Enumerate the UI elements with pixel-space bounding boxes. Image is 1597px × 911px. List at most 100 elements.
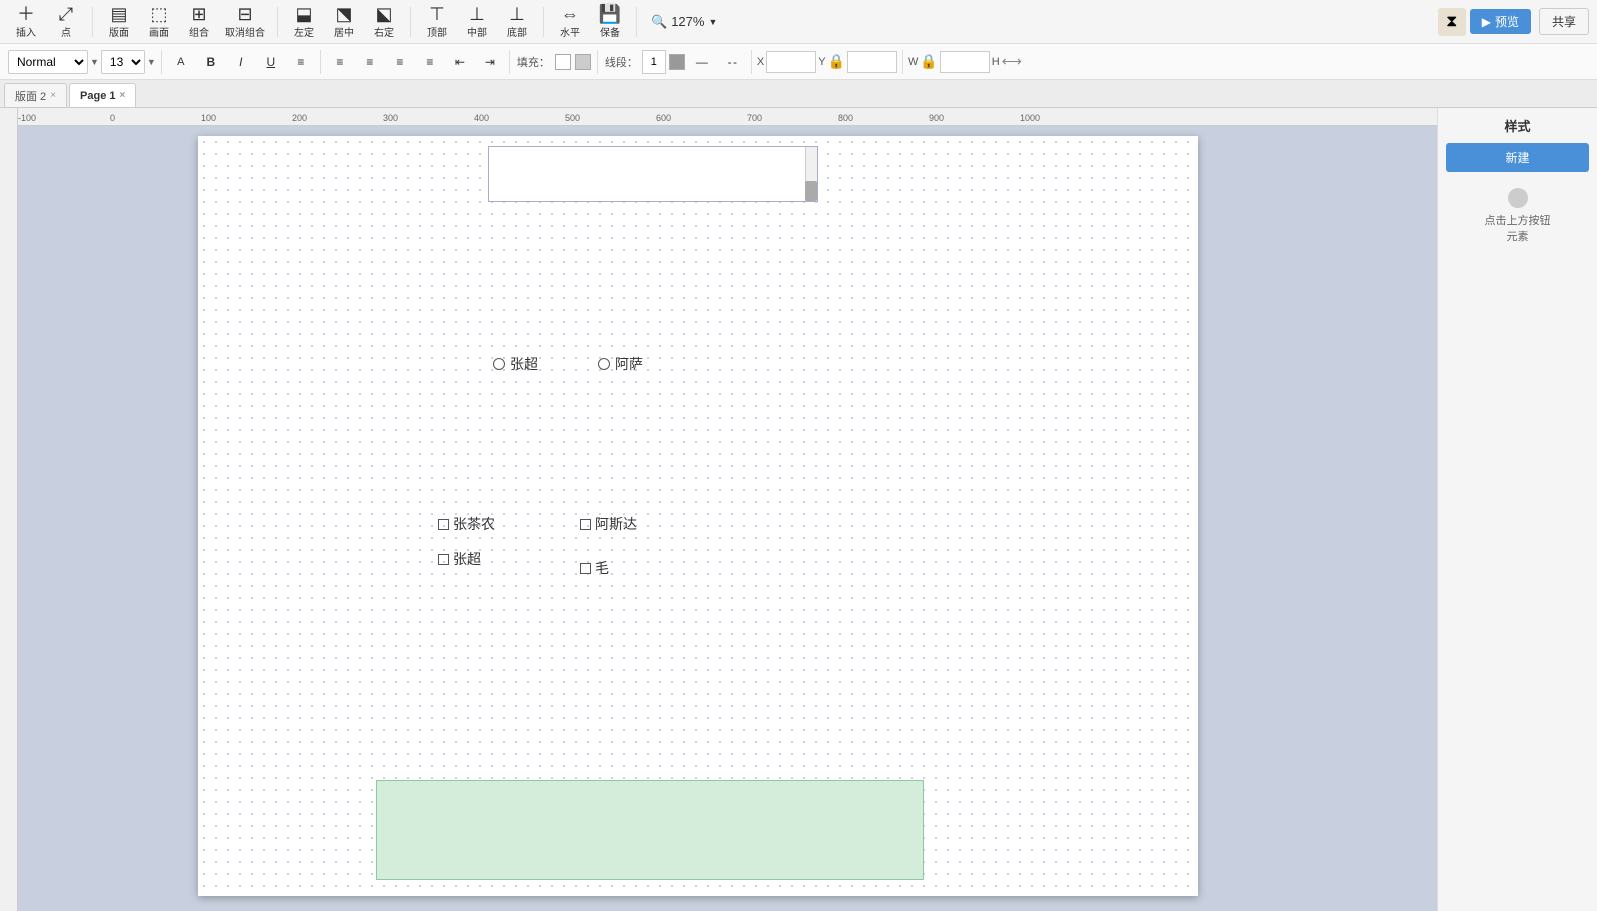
indent2-icon: ⇥ bbox=[485, 55, 495, 69]
underline-button[interactable]: U bbox=[257, 48, 285, 76]
align-center-format-button[interactable]: ≡ bbox=[356, 48, 384, 76]
page-canvas: 张超 阿萨 张茶农 阿斯达 bbox=[18, 126, 1437, 906]
vcenter-icon: ⊥ bbox=[469, 5, 485, 23]
screen-label: 画面 bbox=[149, 24, 169, 39]
screen-icon: ⬚ bbox=[150, 5, 167, 23]
font-size-dropdown-arrow: ▼ bbox=[147, 57, 156, 67]
radio-label-2: 阿萨 bbox=[615, 354, 643, 374]
x-input[interactable] bbox=[766, 51, 816, 73]
align-center-format-icon: ≡ bbox=[366, 55, 373, 69]
footer-button[interactable]: ⊥ 底部 bbox=[499, 2, 535, 42]
style-circle bbox=[1508, 188, 1528, 208]
sep5 bbox=[636, 7, 637, 37]
line-label: 线段： bbox=[605, 54, 638, 70]
preview-button[interactable]: ▶ 预览 bbox=[1470, 9, 1531, 34]
checkbox-mao[interactable]: 毛 bbox=[580, 558, 609, 578]
search-icon: 🔍 bbox=[651, 14, 667, 30]
sep4 bbox=[543, 7, 544, 37]
line-color-button[interactable] bbox=[669, 54, 685, 70]
checkbox-square-4 bbox=[580, 563, 591, 574]
insert-button[interactable]: ＋ 插入 bbox=[8, 2, 44, 42]
sep-f6 bbox=[902, 50, 903, 74]
align-right-button[interactable]: ⬕ 右定 bbox=[366, 2, 402, 42]
radio-item-asa[interactable]: 阿萨 bbox=[598, 354, 643, 374]
checkbox-zhangnong[interactable]: 张茶农 bbox=[438, 514, 495, 534]
canvas-area[interactable]: 张超 阿萨 张茶农 阿斯达 bbox=[18, 126, 1437, 911]
horizontal-button[interactable]: ⇔ 水平 bbox=[552, 2, 588, 42]
save-button[interactable]: 💾 保备 bbox=[592, 2, 628, 42]
horizontal-icon: ⇔ bbox=[561, 5, 579, 23]
sep-f5 bbox=[751, 50, 752, 74]
radio-label-1: 张超 bbox=[510, 354, 538, 374]
style-select[interactable]: Normal bbox=[8, 50, 88, 74]
align-justify-format-icon: ≡ bbox=[426, 55, 433, 69]
italic-button[interactable]: I bbox=[227, 48, 255, 76]
scrollbar-thumb[interactable] bbox=[805, 181, 817, 201]
style-info-text: 点击上方按钮 bbox=[1446, 212, 1589, 228]
bold-button[interactable]: B bbox=[197, 48, 225, 76]
h-link-icon: ⟷ bbox=[1002, 53, 1022, 70]
align-left-button[interactable]: ⬓ 左定 bbox=[286, 2, 322, 42]
checkbox-asida[interactable]: 阿斯达 bbox=[580, 514, 637, 534]
w-label: W bbox=[908, 56, 918, 68]
align-left-format-icon: ≡ bbox=[336, 55, 343, 69]
superscript-button[interactable]: A bbox=[167, 48, 195, 76]
align-right-format-button[interactable]: ≡ bbox=[386, 48, 414, 76]
list-button[interactable]: ≡ bbox=[287, 48, 315, 76]
radio-item-zhangchao[interactable]: 张超 bbox=[493, 354, 538, 374]
y-label: Y bbox=[818, 56, 825, 68]
text-box[interactable] bbox=[488, 146, 818, 202]
checkbox-label-1: 张茶农 bbox=[453, 514, 495, 534]
zoom-dropdown-icon: ▼ bbox=[708, 17, 717, 27]
y-input[interactable] bbox=[847, 51, 897, 73]
checkbox-label-2: 阿斯达 bbox=[595, 514, 637, 534]
line-width-input[interactable] bbox=[642, 50, 666, 74]
group-label: 组合 bbox=[189, 24, 209, 39]
indent1-button[interactable]: ⇤ bbox=[446, 48, 474, 76]
insert-label: 插入 bbox=[16, 24, 36, 39]
ruler-horizontal: -100 0 100 200 300 400 500 600 700 800 9… bbox=[0, 108, 1437, 126]
tab-page1[interactable]: Page 1 × bbox=[69, 83, 136, 107]
zoom-control[interactable]: 🔍 127% ▼ bbox=[645, 12, 723, 32]
line-style1-button[interactable]: — bbox=[688, 48, 716, 76]
wh-lock-icon[interactable]: 🔒 bbox=[920, 53, 937, 70]
fill-label: 填充： bbox=[517, 54, 550, 70]
font-size-select[interactable]: 13 bbox=[101, 50, 145, 74]
format-button[interactable]: ▤ 版面 bbox=[101, 2, 137, 42]
styles-title: 样式 bbox=[1446, 116, 1589, 135]
group-button[interactable]: ⊞ 组合 bbox=[181, 2, 217, 42]
ruler-vertical bbox=[0, 108, 18, 911]
h-label: H bbox=[992, 56, 1000, 68]
line-style2-button[interactable]: - - bbox=[718, 48, 746, 76]
checkbox-zhangchao[interactable]: 张超 bbox=[438, 549, 481, 569]
textbox-scrollbar[interactable] bbox=[805, 147, 817, 201]
header-button[interactable]: ⊤ 顶部 bbox=[419, 2, 455, 42]
format-label: 版面 bbox=[109, 24, 129, 39]
align-center-button[interactable]: ⬔ 居中 bbox=[326, 2, 362, 42]
fill-gray-button[interactable] bbox=[575, 54, 591, 70]
align-right-format-icon: ≡ bbox=[396, 55, 403, 69]
fill-white-button[interactable] bbox=[555, 54, 571, 70]
sep2 bbox=[277, 7, 278, 37]
bold-label: B bbox=[207, 55, 216, 69]
tab-layout2-close[interactable]: × bbox=[50, 90, 56, 101]
green-box bbox=[376, 780, 924, 880]
screen-button[interactable]: ⬚ 画面 bbox=[141, 2, 177, 42]
align-left-format-button[interactable]: ≡ bbox=[326, 48, 354, 76]
x-label: X bbox=[757, 56, 764, 68]
tab-page1-close[interactable]: × bbox=[120, 90, 126, 101]
checkbox-label-3: 张超 bbox=[453, 549, 481, 569]
tab-layout2[interactable]: 版面 2 × bbox=[4, 83, 67, 107]
vcenter-button[interactable]: ⊥ 中部 bbox=[459, 2, 495, 42]
new-style-button[interactable]: 新建 bbox=[1446, 143, 1589, 172]
header-label: 顶部 bbox=[427, 24, 447, 39]
lock-icon[interactable]: 🔒 bbox=[828, 53, 845, 70]
italic-label: I bbox=[239, 55, 242, 69]
snap-button[interactable]: ⊟ 取消组合 bbox=[221, 2, 269, 42]
indent2-button[interactable]: ⇥ bbox=[476, 48, 504, 76]
point-button[interactable]: ⤢ 点 bbox=[48, 2, 84, 42]
w-input[interactable] bbox=[940, 51, 990, 73]
share-button[interactable]: 共享 bbox=[1539, 8, 1589, 35]
style-secondary-text: 元素 bbox=[1446, 228, 1589, 244]
align-justify-format-button[interactable]: ≡ bbox=[416, 48, 444, 76]
